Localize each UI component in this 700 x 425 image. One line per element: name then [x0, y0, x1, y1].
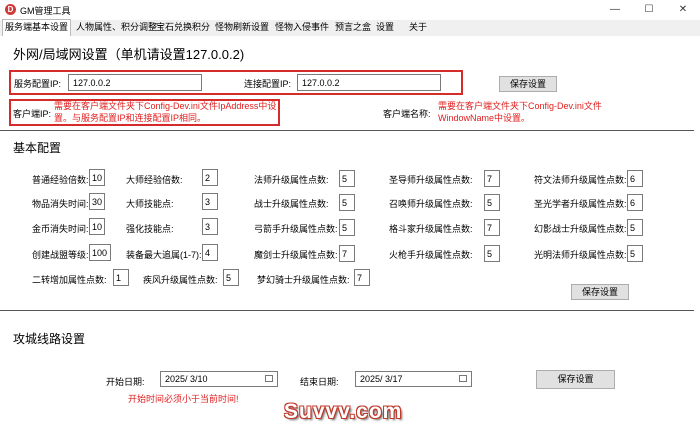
- calendar-icon[interactable]: [265, 375, 273, 382]
- basic-config-heading: 基本配置: [13, 141, 62, 155]
- tab-settings[interactable]: 设置: [374, 20, 396, 35]
- config-value-input[interactable]: 5: [339, 219, 355, 236]
- config-label: 普通经验倍数:: [32, 175, 89, 185]
- config-value-input[interactable]: 1: [113, 269, 129, 286]
- section-divider: [0, 310, 694, 311]
- config-value-input[interactable]: 7: [484, 219, 500, 236]
- config-value-input[interactable]: 5: [339, 170, 355, 187]
- config-label: 疾风升级属性点数:: [143, 275, 218, 285]
- config-label: 光明法师升级属性点数:: [534, 250, 627, 260]
- config-value-input[interactable]: 6: [627, 170, 643, 187]
- tab-character-attributes[interactable]: 人物属性、积分调整: [74, 20, 159, 35]
- server-ip-input[interactable]: 127.0.0.2: [68, 74, 202, 91]
- siege-heading: 攻城线路设置: [13, 332, 86, 346]
- app-logo-icon: D: [5, 4, 16, 15]
- end-date-label: 结束日期:: [300, 377, 339, 387]
- calendar-icon[interactable]: [459, 375, 467, 382]
- client-name-label: 客户端名称:: [383, 109, 431, 119]
- config-label: 战士升级属性点数:: [254, 199, 329, 209]
- maximize-icon[interactable]: ☐: [632, 0, 666, 20]
- close-icon[interactable]: ✕: [666, 0, 700, 20]
- config-label: 梦幻骑士升级属性点数:: [257, 275, 350, 285]
- config-label: 大师技能点:: [126, 199, 174, 209]
- config-value-input[interactable]: 7: [354, 269, 370, 286]
- config-value-input[interactable]: 7: [484, 170, 500, 187]
- window-title: GM管理工具: [20, 6, 71, 16]
- end-date-value: 2025/ 3/17: [360, 374, 403, 384]
- start-date-picker[interactable]: 2025/ 3/10: [160, 371, 278, 387]
- config-label: 圣导师升级属性点数:: [389, 175, 473, 185]
- tab-bar: 服务端基本设置 人物属性、积分调整 宝石兑换积分 怪物刷新设置 怪物入侵事件 预…: [0, 19, 700, 37]
- config-value-input[interactable]: 5: [627, 245, 643, 262]
- client-name-note: 需要在客户端文件夹下Config-Dev.ini文件WindowName中设置。: [438, 101, 602, 123]
- client-ip-label: 客户端IP:: [13, 109, 52, 119]
- config-value-input[interactable]: 5: [484, 245, 500, 262]
- tab-about[interactable]: 关于: [407, 20, 429, 35]
- config-value-input[interactable]: 30: [89, 193, 105, 210]
- config-label: 弓箭手升级属性点数:: [254, 224, 338, 234]
- config-label: 装备最大追属(1-7):: [126, 250, 202, 260]
- config-label: 魔剑士升级属性点数:: [254, 250, 338, 260]
- title-bar: D GM管理工具 — ☐ ✕: [0, 0, 700, 20]
- config-label: 二转增加属性点数:: [32, 275, 107, 285]
- config-value-input[interactable]: 4: [202, 244, 218, 261]
- network-save-button[interactable]: 保存设置: [499, 76, 557, 92]
- start-date-label: 开始日期:: [106, 377, 145, 387]
- config-label: 法师升级属性点数:: [254, 175, 329, 185]
- tab-monster-refresh[interactable]: 怪物刷新设置: [213, 20, 271, 35]
- section-divider: [0, 130, 694, 131]
- config-value-input[interactable]: 2: [202, 169, 218, 186]
- config-value-input[interactable]: 7: [339, 245, 355, 262]
- config-value-input[interactable]: 3: [202, 218, 218, 235]
- basic-save-button[interactable]: 保存设置: [571, 284, 629, 300]
- config-label: 符文法师升级属性点数:: [534, 175, 627, 185]
- config-label: 召唤师升级属性点数:: [389, 199, 473, 209]
- tab-prophecy-box[interactable]: 预言之盒: [333, 20, 373, 35]
- client-ip-note: 需要在客户端文件夹下Config-Dev.ini文件IpAddress中设置。与…: [54, 101, 277, 123]
- end-date-picker[interactable]: 2025/ 3/17: [355, 371, 472, 387]
- server-ip-label: 服务配置IP:: [14, 79, 62, 89]
- config-value-input[interactable]: 5: [339, 194, 355, 211]
- config-value-input[interactable]: 5: [627, 219, 643, 236]
- config-label: 创建战盟等级:: [32, 250, 89, 260]
- tab-gem-exchange[interactable]: 宝石兑换积分: [154, 20, 212, 35]
- connect-ip-label: 连接配置IP:: [244, 79, 292, 89]
- minimize-icon[interactable]: —: [598, 0, 632, 20]
- config-label: 强化技能点:: [126, 224, 174, 234]
- config-label: 金币消失时间:: [32, 224, 89, 234]
- config-label: 格斗家升级属性点数:: [389, 224, 473, 234]
- config-value-input[interactable]: 6: [627, 194, 643, 211]
- config-value-input[interactable]: 5: [223, 269, 239, 286]
- network-heading: 外网/局域网设置（单机请设置127.0.0.2): [13, 47, 245, 62]
- siege-save-button[interactable]: 保存设置: [536, 370, 615, 389]
- config-value-input[interactable]: 5: [484, 194, 500, 211]
- config-label: 幻影战士升级属性点数:: [534, 224, 627, 234]
- config-label: 物品消失时间:: [32, 199, 89, 209]
- watermark-logo: Suvvv.com: [284, 400, 403, 423]
- config-label: 火枪手升级属性点数:: [389, 250, 473, 260]
- connect-ip-input[interactable]: 127.0.0.2: [297, 74, 441, 91]
- config-value-input[interactable]: 10: [89, 218, 105, 235]
- config-label: 大师经验倍数:: [126, 175, 183, 185]
- date-warning: 开始时间必须小于当前时间!: [128, 394, 239, 404]
- config-value-input[interactable]: 10: [89, 169, 105, 186]
- config-label: 圣光学者升级属性点数:: [534, 199, 627, 209]
- tab-server-basic[interactable]: 服务端基本设置: [2, 19, 72, 37]
- config-value-input[interactable]: 3: [202, 193, 218, 210]
- config-value-input[interactable]: 100: [89, 244, 111, 261]
- start-date-value: 2025/ 3/10: [165, 374, 208, 384]
- tab-monster-invasion[interactable]: 怪物入侵事件: [273, 20, 331, 35]
